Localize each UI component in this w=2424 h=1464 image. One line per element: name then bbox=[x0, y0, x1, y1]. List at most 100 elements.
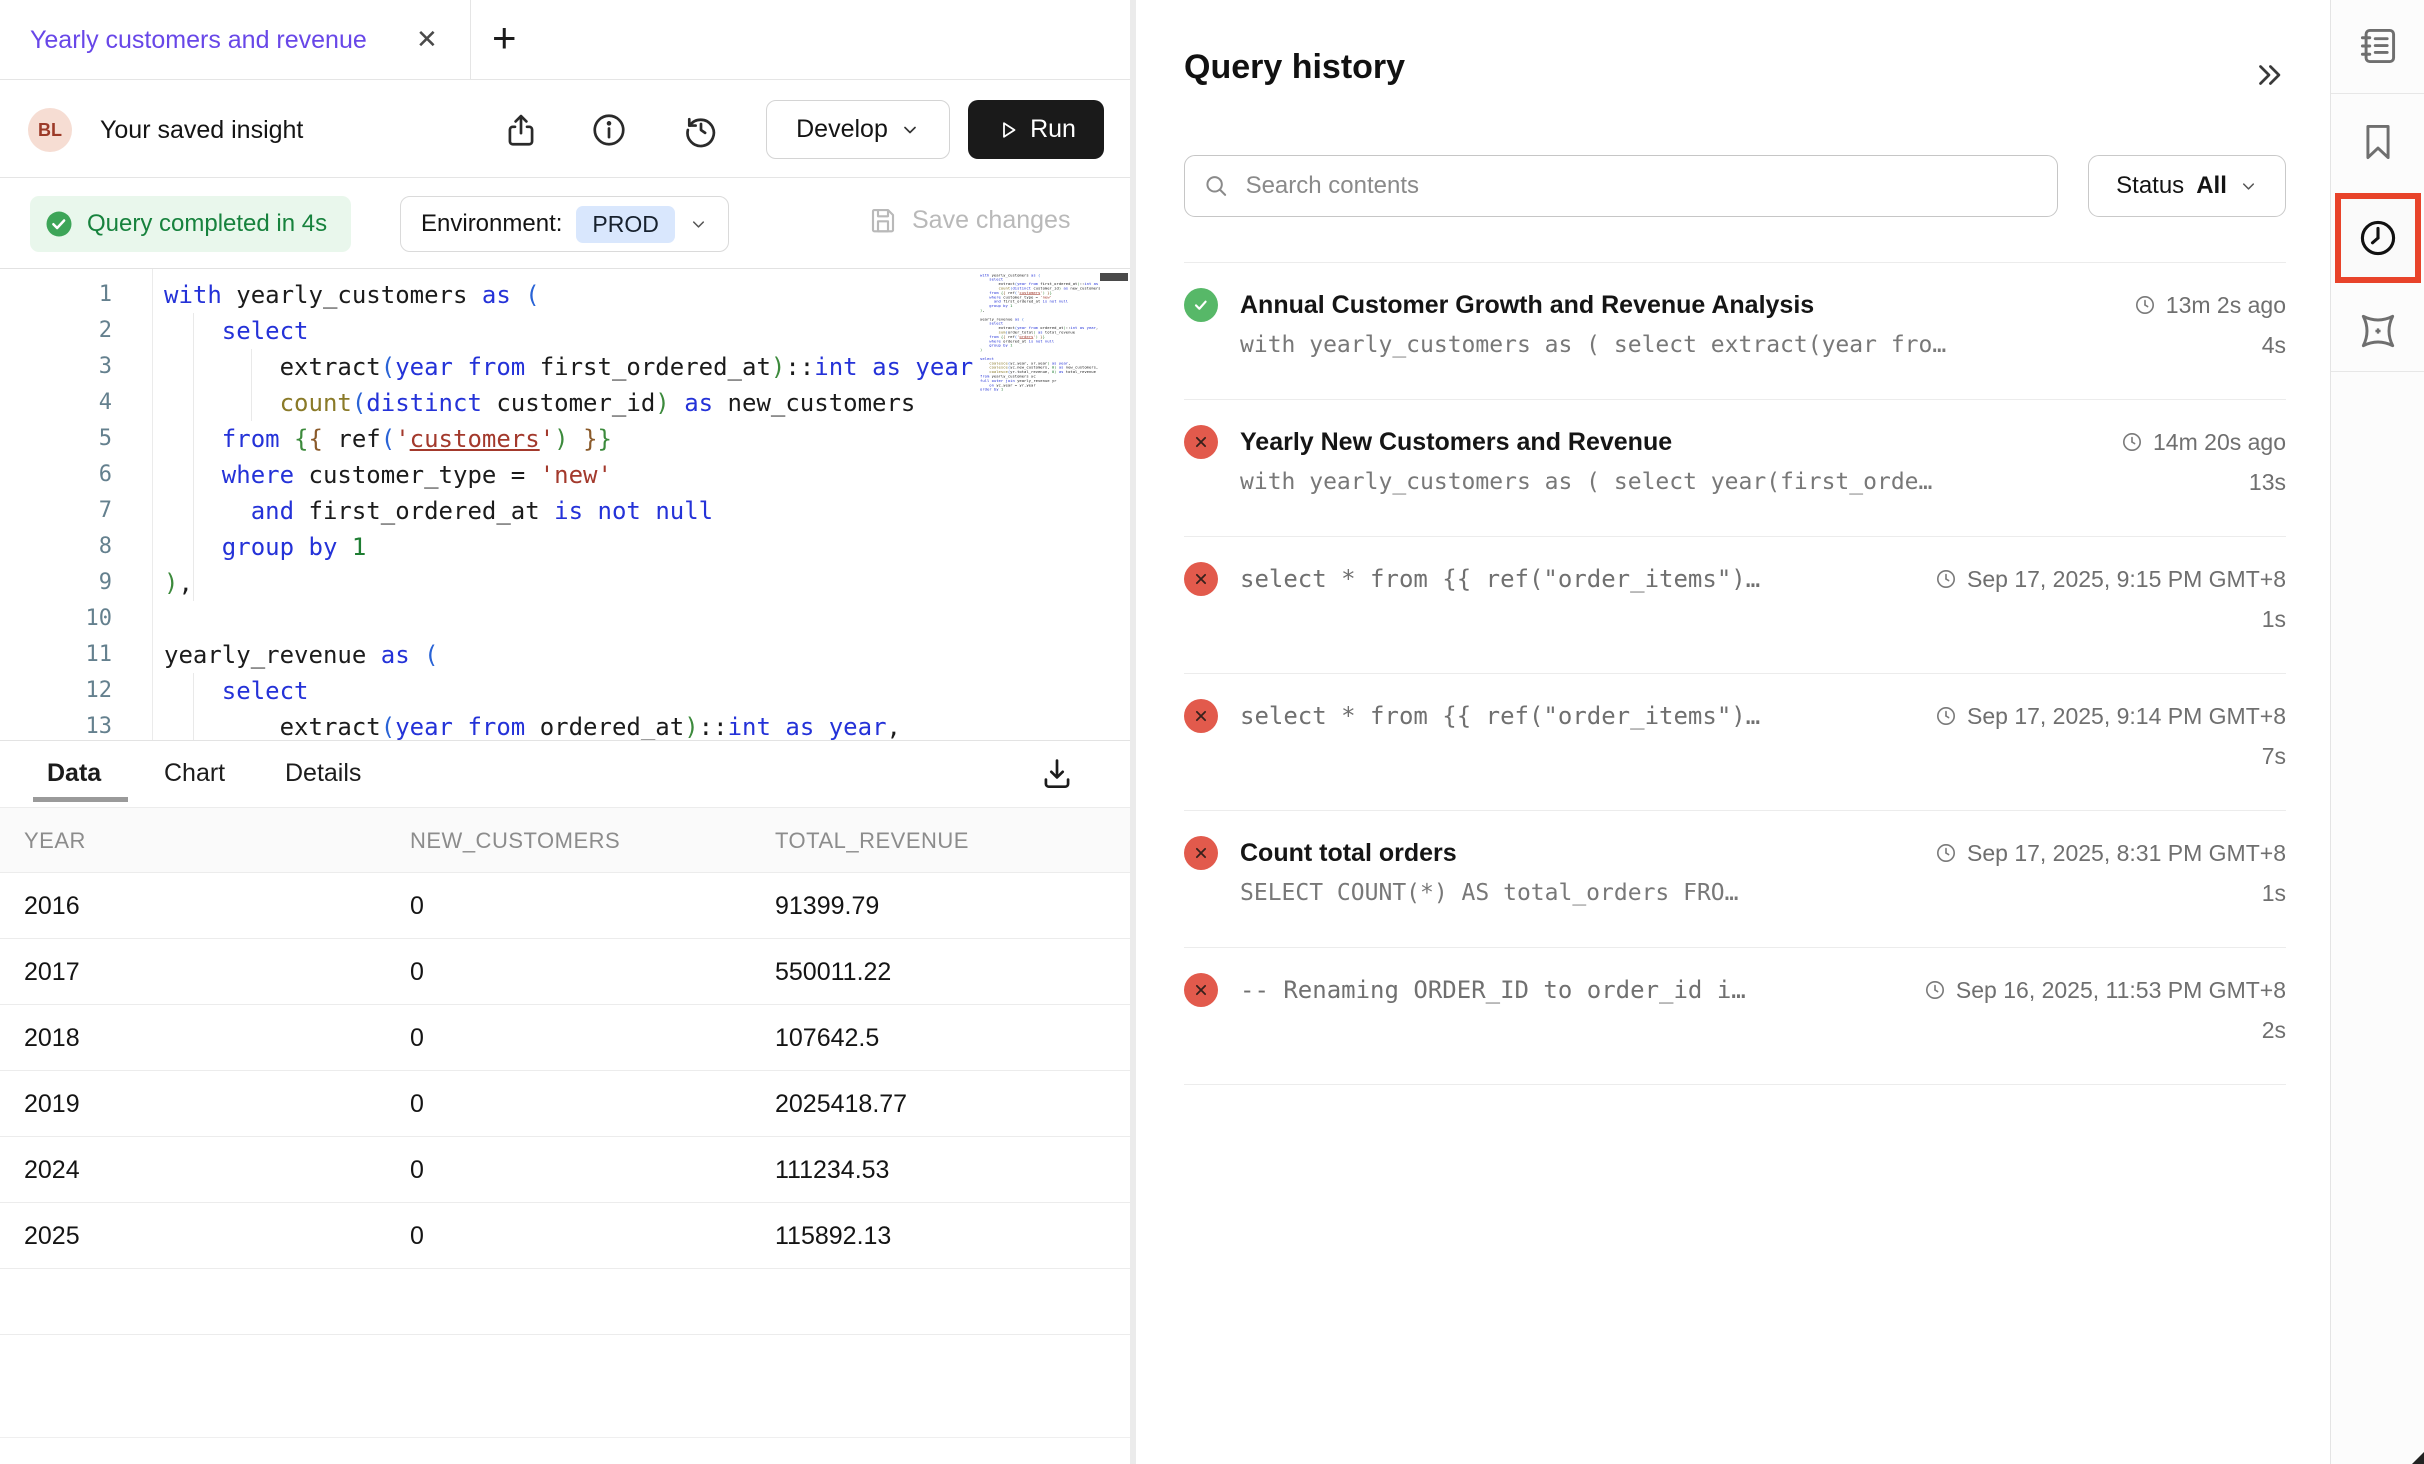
check-icon bbox=[1191, 295, 1211, 315]
query-title: Count total orders bbox=[1240, 839, 1934, 868]
column-header: NEW_CUSTOMERS bbox=[410, 808, 620, 874]
code-line-7: and first_ordered_at is not null bbox=[164, 493, 978, 529]
environment-dropdown[interactable]: Environment: PROD bbox=[400, 196, 729, 252]
table-cell: 91399.79 bbox=[775, 873, 879, 939]
line-number: 11 bbox=[0, 637, 112, 673]
status-error-icon bbox=[1184, 973, 1218, 1007]
query-duration: 1s bbox=[2262, 880, 2286, 907]
code-line-1: with yearly_customers as ( bbox=[164, 277, 978, 313]
query-snippet: SELECT COUNT(*) AS total_orders FRO… bbox=[1240, 880, 2262, 906]
table-cell: 550011.22 bbox=[775, 939, 891, 1005]
indent-guide bbox=[193, 313, 194, 601]
table-cell: 2025418.77 bbox=[775, 1071, 907, 1137]
line-number: 2 bbox=[0, 313, 112, 349]
history-highlight-box bbox=[2335, 193, 2421, 283]
table-cell: 2017 bbox=[24, 939, 80, 1005]
sql-code-editor[interactable]: 12345678910111213 with yearly_customers … bbox=[0, 268, 1130, 740]
editor-minimap[interactable]: with yearly_customers as ( select extrac… bbox=[980, 273, 1100, 737]
query-time: Sep 17, 2025, 9:14 PM GMT+8 bbox=[1967, 703, 2286, 730]
tab-divider bbox=[470, 0, 471, 80]
table-cell: 0 bbox=[410, 1071, 424, 1137]
bookmark-icon[interactable] bbox=[2356, 120, 2400, 164]
chevron-down-icon bbox=[689, 215, 708, 234]
query-time: Sep 16, 2025, 11:53 PM GMT+8 bbox=[1956, 977, 2286, 1004]
tab-chart[interactable]: Chart bbox=[164, 759, 225, 788]
version-history-icon[interactable] bbox=[682, 111, 720, 149]
saved-insight-label: Your saved insight bbox=[100, 116, 303, 145]
line-number: 9 bbox=[0, 565, 112, 601]
query-title: select * from {{ ref("order_items")… bbox=[1240, 565, 1934, 593]
environment-value-badge: PROD bbox=[576, 206, 674, 243]
query-duration: 2s bbox=[2262, 1017, 2286, 1044]
query-history-list: Annual Customer Growth and Revenue Analy… bbox=[1184, 262, 2286, 1085]
table-row-empty bbox=[0, 1269, 1130, 1335]
code-line-4: count(distinct customer_id) as new_custo… bbox=[164, 385, 978, 421]
table-row: 201902025418.77 bbox=[0, 1071, 1130, 1137]
code-line-6: where customer_type = 'new' bbox=[164, 457, 978, 493]
query-title: -- Renaming ORDER_ID to order_id i… bbox=[1240, 976, 1923, 1004]
save-changes-button[interactable]: Save changes bbox=[868, 205, 1070, 235]
line-number: 7 bbox=[0, 493, 112, 529]
table-cell: 0 bbox=[410, 939, 424, 1005]
tab-data[interactable]: Data bbox=[47, 759, 101, 788]
table-cell: 107642.5 bbox=[775, 1005, 879, 1071]
develop-label: Develop bbox=[796, 115, 888, 144]
run-button[interactable]: Run bbox=[968, 100, 1104, 159]
compass-icon[interactable] bbox=[2356, 309, 2400, 353]
avatar: BL bbox=[28, 108, 72, 152]
table-row: 2017 0 550011.22 bbox=[0, 939, 1130, 1005]
scrollbar-thumb[interactable] bbox=[1100, 273, 1128, 281]
results-table: YEARNEW_CUSTOMERSTOTAL_REVENUE 201609139… bbox=[0, 807, 1130, 1335]
develop-dropdown[interactable]: Develop bbox=[766, 100, 950, 159]
code-line-13: extract(year from ordered_at)::int as ye… bbox=[164, 709, 978, 740]
query-snippet: with yearly_customers as ( select extrac… bbox=[1240, 332, 2262, 358]
tab-close-icon[interactable]: ✕ bbox=[416, 24, 438, 55]
table-header-row: YEARNEW_CUSTOMERSTOTAL_REVENUE bbox=[0, 807, 1130, 873]
tab-yearly-customers[interactable]: Yearly customers and revenue bbox=[30, 26, 367, 55]
insight-toolbar: BL Your saved insight Develop bbox=[0, 81, 1130, 178]
line-number: 1 bbox=[0, 277, 112, 313]
query-history-item[interactable]: Count total ordersSep 17, 2025, 8:31 PM … bbox=[1184, 811, 2286, 948]
history-clock-icon[interactable] bbox=[2356, 216, 2400, 260]
page-title: Query history bbox=[1184, 48, 1405, 87]
info-icon[interactable] bbox=[590, 111, 628, 149]
status-error-icon bbox=[1184, 836, 1218, 870]
status-success-icon bbox=[1184, 288, 1218, 322]
query-history-item[interactable]: select * from {{ ref("order_items")…Sep … bbox=[1184, 537, 2286, 674]
line-number: 6 bbox=[0, 457, 112, 493]
query-history-item[interactable]: Annual Customer Growth and Revenue Analy… bbox=[1184, 263, 2286, 400]
tab-details[interactable]: Details bbox=[285, 759, 361, 788]
indent-guide bbox=[193, 673, 194, 740]
x-icon bbox=[1192, 707, 1210, 725]
query-title: select * from {{ ref("order_items")… bbox=[1240, 702, 1934, 730]
code-line-8: group by 1 bbox=[164, 529, 978, 565]
query-history-item[interactable]: -- Renaming ORDER_ID to order_id i… Sep 1… bbox=[1184, 948, 2286, 1085]
code-line-3: extract(year from first_ordered_at)::int… bbox=[164, 349, 978, 385]
table-cell: 0 bbox=[410, 1137, 424, 1203]
new-tab-button[interactable]: + bbox=[492, 14, 517, 62]
query-history-item[interactable]: Yearly New Customers and Revenue14m 20s … bbox=[1184, 400, 2286, 537]
line-number: 13 bbox=[0, 709, 112, 740]
query-status-text: Query completed in 4s bbox=[87, 210, 327, 238]
line-number: 4 bbox=[0, 385, 112, 421]
query-duration: 4s bbox=[2262, 332, 2286, 359]
status-error-icon bbox=[1184, 425, 1218, 459]
collapse-panel-icon[interactable] bbox=[2252, 58, 2286, 92]
clock-icon bbox=[2133, 293, 2157, 317]
query-history-item[interactable]: select * from {{ ref("order_items")… Sep … bbox=[1184, 674, 2286, 811]
status-error-icon bbox=[1184, 699, 1218, 733]
search-input[interactable] bbox=[1246, 172, 2039, 200]
query-title: Yearly New Customers and Revenue bbox=[1240, 428, 2120, 457]
query-history-panel: Query history Status All Annual Customer… bbox=[1136, 0, 2329, 1464]
line-number: 5 bbox=[0, 421, 112, 457]
download-icon[interactable] bbox=[1038, 755, 1076, 793]
query-snippet: with yearly_customers as ( select year(f… bbox=[1240, 469, 2249, 495]
status-filter-value: All bbox=[2196, 172, 2227, 200]
status-filter-dropdown[interactable]: Status All bbox=[2088, 155, 2286, 217]
column-header: TOTAL_REVENUE bbox=[775, 808, 969, 874]
clock-icon bbox=[1934, 704, 1958, 728]
table-row: 20250115892.13 bbox=[0, 1203, 1130, 1269]
notebook-icon[interactable] bbox=[2356, 24, 2400, 68]
indent-guide bbox=[251, 349, 252, 421]
share-icon[interactable] bbox=[502, 111, 540, 149]
